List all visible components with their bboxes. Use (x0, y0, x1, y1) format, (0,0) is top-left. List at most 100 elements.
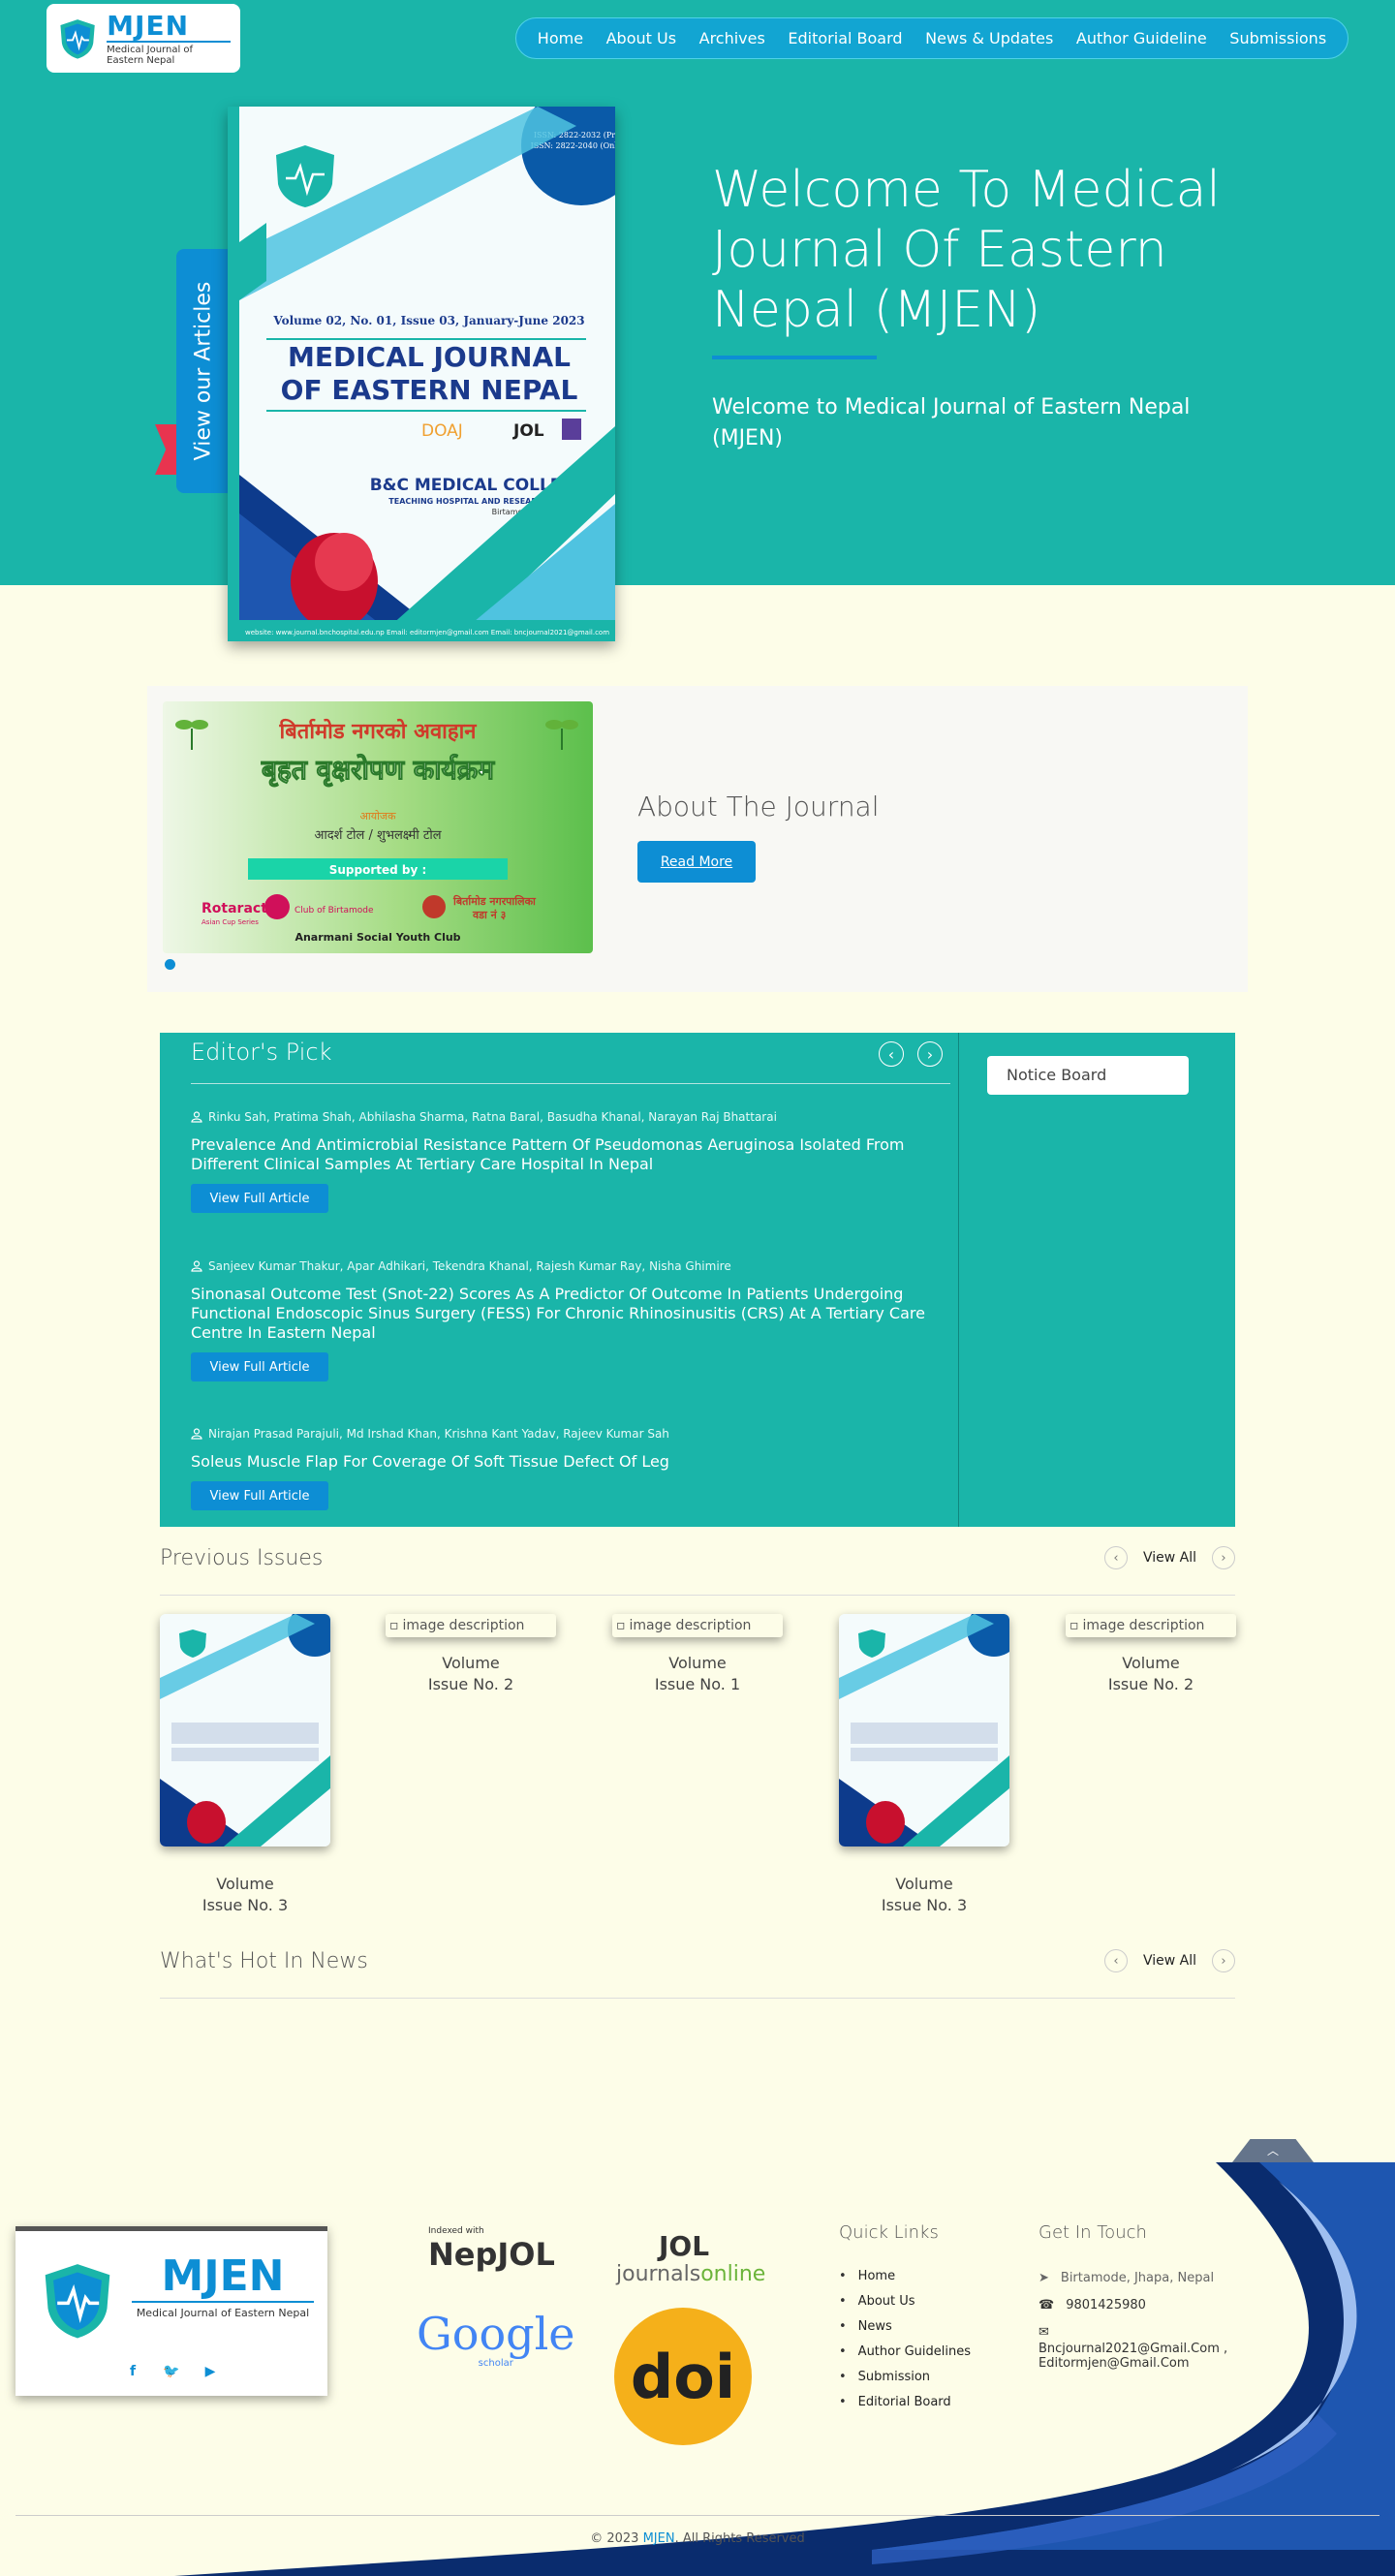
cover-doaj: DOAJ (421, 421, 463, 441)
quick-links-list: Home About Us News Author Guidelines Sub… (839, 2263, 971, 2414)
hero-title-underline (712, 356, 877, 359)
news-right-button[interactable]: › (1212, 1949, 1235, 1972)
nav-archives[interactable]: Archives (699, 29, 765, 47)
jol-logo[interactable]: JOL journalsonline (616, 2230, 765, 2286)
nepjol-logo[interactable]: Indexed with NepJOL (428, 2226, 555, 2273)
editor-sidebar-divider (958, 1033, 959, 1527)
previous-issues-divider (160, 1595, 1235, 1596)
doi-logo[interactable]: doi (614, 2308, 752, 2445)
facebook-icon[interactable]: f (124, 2363, 141, 2380)
chevron-left-icon: ‹ (1113, 1953, 1119, 1969)
previous-issues-view-all[interactable]: View All (1143, 1550, 1196, 1566)
carousel-dot[interactable] (165, 959, 175, 970)
issue-card[interactable]: ▫ image description Volume Issue No. 2 (1066, 1614, 1236, 1695)
issue-cover-image (160, 1602, 342, 1847)
nav-news-updates[interactable]: News & Updates (925, 29, 1053, 47)
banner-headline: बिर्तामोड नगरको अवाहान (279, 718, 478, 744)
back-to-top-button[interactable]: ︿ (1232, 2139, 1314, 2162)
copyright-prefix: © 2023 (590, 2531, 639, 2546)
cover-footer-line: website: www.journal.bnchospital.edu.np … (245, 629, 609, 636)
chevron-right-icon: › (1221, 1550, 1226, 1566)
broken-image-icon: ▫ (1070, 1618, 1079, 1633)
nav-about-us[interactable]: About Us (606, 29, 676, 47)
view-full-article-button[interactable]: View Full Article (191, 1184, 328, 1213)
chevron-up-icon: ︿ (1266, 2144, 1279, 2157)
contact-phone[interactable]: 9801425980 (1066, 2298, 1146, 2312)
nepjol-label: NepJOL (428, 2236, 555, 2273)
notice-board-tab[interactable]: Notice Board (987, 1056, 1189, 1095)
quick-link-author-guidelines[interactable]: Author Guidelines (839, 2339, 971, 2364)
news-divider (160, 1998, 1235, 1999)
banner-youth-club: Anarmani Social Youth Club (294, 931, 460, 944)
issue-number: Issue No. 2 (427, 1675, 514, 1693)
banner-supported-by: Supported by : (329, 863, 427, 877)
get-in-touch-title: Get In Touch (1038, 2222, 1147, 2243)
issue-image-alt: image description (1082, 1618, 1205, 1633)
nav-author-guideline[interactable]: Author Guideline (1076, 29, 1207, 47)
next-arrow-button[interactable]: › (917, 1041, 943, 1067)
issue-card[interactable]: Volume Issue No. 3 (160, 1602, 342, 1916)
editors-pick-divider (191, 1083, 950, 1084)
read-more-button[interactable]: Read More (637, 841, 756, 883)
news-left-button[interactable]: ‹ (1103, 1949, 1128, 1972)
twitter-icon[interactable]: 🐦 (163, 2363, 180, 2380)
news-header: What's Hot In News ‹ View All › (160, 1949, 1235, 1988)
plantation-banner-image: बिर्तामोड नगरको अवाहान बृहत वृक्षरोपण का… (163, 701, 593, 953)
prev-issues-right-button[interactable]: › (1212, 1546, 1235, 1569)
cover-volume-line: Volume 02, No. 01, Issue 03, January-Jun… (272, 314, 584, 327)
article-authors: Rinku Sah, Pratima Shah, Abhilasha Sharm… (208, 1110, 777, 1124)
jol-label: JOL (658, 2230, 710, 2262)
quick-link-news[interactable]: News (839, 2313, 971, 2339)
youtube-icon[interactable]: ▶ (202, 2363, 219, 2380)
phone-icon: ☎ (1038, 2298, 1055, 2312)
quick-link-editorial-board[interactable]: Editorial Board (839, 2389, 971, 2414)
quick-link-home[interactable]: Home (839, 2263, 971, 2288)
banner-program: बृहत वृक्षरोपण कार्यक्रम (261, 754, 495, 787)
article-title[interactable]: Sinonasal Outcome Test (Snot-22) Scores … (191, 1285, 946, 1343)
prev-issues-left-button[interactable]: ‹ (1103, 1546, 1128, 1569)
article-card: Sanjeev Kumar Thakur, Apar Adhikari, Tek… (191, 1259, 946, 1381)
view-articles-tab[interactable]: View our Articles (176, 249, 231, 493)
view-full-article-button[interactable]: View Full Article (191, 1352, 328, 1381)
banner-municipality: बिर्तामोड नगरपालिका (452, 894, 537, 908)
nav-editorial-board[interactable]: Editorial Board (788, 29, 902, 47)
contact-emails[interactable]: Bncjournal2021@Gmail.Com , Editormjen@Gm… (1038, 2342, 1261, 2371)
broken-image-icon: ▫ (389, 1618, 399, 1633)
quick-link-about-us[interactable]: About Us (839, 2288, 971, 2313)
view-full-article-button[interactable]: View Full Article (191, 1481, 328, 1510)
google-scholar-logo[interactable]: Google scholar (417, 2310, 575, 2369)
copyright: © 2023 MJEN. All Rights Reserved (0, 2531, 1395, 2546)
site-logo[interactable]: MJEN Medical Journal of Eastern Nepal (46, 4, 240, 73)
copyright-suffix: . All Rights Reserved (674, 2531, 805, 2546)
nav-submissions[interactable]: Submissions (1229, 29, 1326, 47)
issue-image-alt: image description (629, 1618, 752, 1633)
news-title: What's Hot In News (160, 1949, 368, 1973)
nav-home[interactable]: Home (538, 29, 583, 47)
quick-link-submission[interactable]: Submission (839, 2364, 971, 2389)
issue-number: Issue No. 2 (1107, 1675, 1194, 1693)
contact-address: Birtamode, Jhapa, Nepal (1060, 2271, 1215, 2285)
issue-card[interactable]: Volume Issue No. 3 (839, 1602, 1021, 1916)
article-authors: Sanjeev Kumar Thakur, Apar Adhikari, Tek… (208, 1259, 731, 1273)
cover-title-line1: MEDICAL JOURNAL (288, 341, 571, 373)
banner-club: Club of Birtamode (294, 906, 374, 916)
about-section: बिर्तामोड नगरको अवाहान बृहत वृक्षरोपण का… (147, 686, 1248, 992)
user-icon (191, 1111, 202, 1123)
footer-logo-tagline: Medical Journal of Eastern Nepal (132, 2301, 314, 2319)
banner-rotaract-sub: Asian Cup Series (202, 918, 259, 926)
prev-arrow-button[interactable]: ‹ (879, 1041, 904, 1067)
about-title: About The Journal (637, 791, 880, 822)
article-title[interactable]: Prevalence And Antimicrobial Resistance … (191, 1135, 946, 1174)
online-label: online (700, 2262, 766, 2286)
envelope-icon: ✉ (1038, 2325, 1049, 2340)
issue-cover-image (839, 1602, 1021, 1847)
news-view-all[interactable]: View All (1143, 1953, 1196, 1969)
article-title[interactable]: Soleus Muscle Flap For Coverage Of Soft … (191, 1452, 946, 1472)
footer-logo-title: MJEN (161, 2251, 285, 2301)
shield-heartbeat-icon (60, 18, 95, 59)
copyright-brand-link[interactable]: MJEN (643, 2531, 675, 2546)
issue-card[interactable]: ▫ image description Volume Issue No. 2 (386, 1614, 556, 1695)
issue-number: Issue No. 3 (202, 1896, 289, 1914)
issue-volume: Volume (442, 1654, 500, 1672)
issue-card[interactable]: ▫ image description Volume Issue No. 1 (612, 1614, 783, 1695)
